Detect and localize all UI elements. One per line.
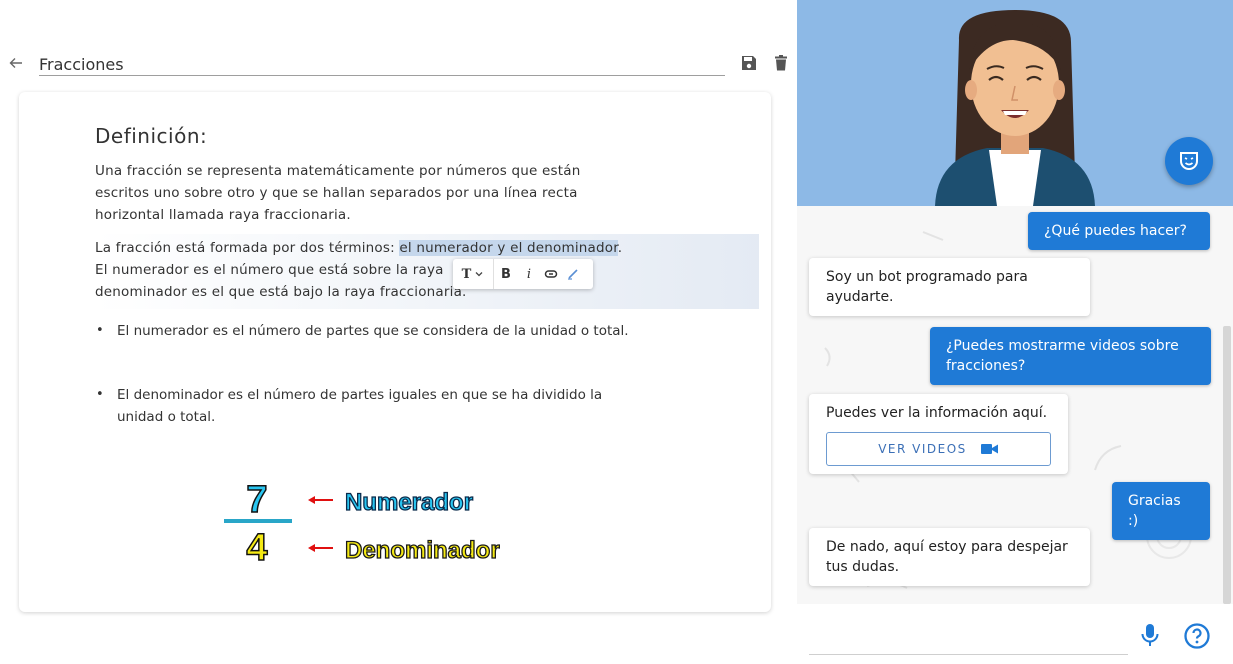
- avatar-panel: [797, 0, 1233, 206]
- fraction-denominator: 4: [246, 527, 267, 569]
- italic-button[interactable]: i: [518, 259, 540, 289]
- terms-text-before: La fracción está formada por dos término…: [95, 240, 400, 256]
- terms-text-after: .: [617, 240, 623, 256]
- user-message: Gracias :): [1112, 482, 1210, 540]
- save-button[interactable]: [740, 54, 760, 74]
- bullet-text: El denominador es el número de partes ig…: [117, 387, 603, 425]
- fraction-bar: [224, 519, 292, 523]
- format-toolbar: T B i: [453, 259, 593, 289]
- bot-message-text: Puedes ver la información aquí.: [826, 405, 1048, 421]
- fraction-diagram: 7 4 Numerador Denominador: [224, 478, 500, 570]
- help-button[interactable]: [1183, 622, 1211, 650]
- denominator-label: Denominador: [345, 537, 500, 564]
- link-icon: [544, 270, 558, 278]
- ver-videos-label: VER VIDEOS: [878, 442, 967, 456]
- arrow-left-icon: [308, 544, 333, 552]
- terms-text-line2: El numerador es el número que está sobre…: [95, 262, 444, 278]
- bullet-text: El numerador es el número de partes que …: [117, 323, 629, 339]
- chevron-down-icon: [475, 272, 483, 277]
- delete-button[interactable]: [772, 54, 792, 74]
- user-message: ¿Puedes mostrarme videos sobre fraccione…: [930, 327, 1211, 385]
- mask-button[interactable]: [1165, 137, 1213, 185]
- chat-input-bar: [797, 604, 1233, 664]
- bold-button[interactable]: B: [494, 259, 518, 289]
- theater-mask-icon: [1180, 152, 1198, 170]
- highlight-button[interactable]: [562, 259, 584, 289]
- fraction-numerator: 7: [246, 479, 267, 521]
- arrow-left-icon: [308, 496, 333, 504]
- terms-text-line3: denominador es el que está bajo la raya …: [95, 284, 467, 300]
- definition-paragraph[interactable]: Una fracción se representa matemáticamen…: [95, 160, 615, 226]
- microphone-icon: [1141, 624, 1159, 646]
- chat-input[interactable]: [809, 624, 1128, 655]
- chat-scrollbar[interactable]: [1223, 326, 1231, 604]
- text-style-label: T: [461, 266, 472, 282]
- floppy-disk-icon: [742, 56, 756, 70]
- bullet-dot: •: [96, 323, 104, 338]
- arrow-left-icon: [9, 58, 22, 68]
- title-input[interactable]: [39, 53, 725, 76]
- microphone-button[interactable]: [1139, 622, 1161, 650]
- bot-message: De nado, aquí estoy para despejar tus du…: [809, 528, 1090, 586]
- section-heading: Definición:: [95, 124, 208, 148]
- bot-message: Soy un bot programado para ayudarte.: [809, 258, 1090, 316]
- bullet-item[interactable]: • El denominador es el número de partes …: [96, 384, 639, 428]
- avatar: [935, 10, 1095, 206]
- text-style-dropdown[interactable]: T: [453, 259, 493, 289]
- document-card: Definición: Una fracción se representa m…: [19, 92, 771, 612]
- editor-pane: Definición: Una fracción se representa m…: [0, 0, 797, 664]
- videocam-icon: [980, 444, 998, 454]
- trash-icon: [775, 55, 787, 71]
- link-button[interactable]: [540, 259, 562, 289]
- user-message: ¿Qué puedes hacer?: [1028, 212, 1210, 250]
- bot-message: Puedes ver la información aquí. VER VIDE…: [809, 394, 1068, 474]
- back-button[interactable]: [6, 55, 26, 73]
- numerator-label: Numerador: [345, 489, 473, 516]
- chat-pane: ¿Qué puedes hacer? Soy un bot programado…: [797, 0, 1233, 664]
- terms-paragraph[interactable]: La fracción está formada por dos término…: [95, 237, 695, 303]
- bullet-dot: •: [96, 387, 104, 402]
- selected-text[interactable]: el numerador y el denominador: [399, 240, 618, 256]
- bullet-item[interactable]: • El numerador es el número de partes qu…: [96, 320, 639, 342]
- ver-videos-button[interactable]: VER VIDEOS: [826, 432, 1051, 466]
- help-circle-icon: [1184, 623, 1210, 649]
- chat-messages[interactable]: ¿Qué puedes hacer? Soy un bot programado…: [797, 206, 1233, 604]
- pen-icon: [568, 269, 578, 280]
